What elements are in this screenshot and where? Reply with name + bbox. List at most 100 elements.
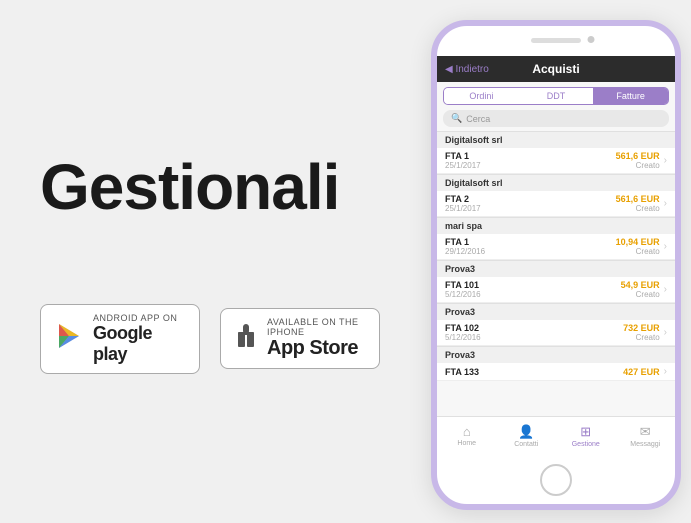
gestione-icon: ⊞ (580, 424, 591, 440)
group-header-1: Digitalsoft srl (437, 131, 675, 148)
tab-gestione-label: Gestione (572, 441, 600, 448)
invoice-left: FTA 1 29/12/2016 (445, 237, 485, 256)
chevron-icon: › (664, 327, 667, 338)
invoice-amount: 10,94 EUR Creato (616, 237, 660, 256)
app-store-icon (235, 322, 257, 355)
invoice-right: 561,6 EUR Creato › (616, 194, 667, 213)
invoice-code: FTA 102 (445, 323, 481, 333)
nav-back-button[interactable]: ◀ Indietro (445, 64, 501, 75)
invoice-item[interactable]: FTA 1 29/12/2016 10,94 EUR Creato › (437, 234, 675, 260)
group-header-2: Digitalsoft srl (437, 174, 675, 191)
app-store-name: App Store (267, 337, 365, 360)
search-bar[interactable]: 🔍 Cerca (443, 110, 669, 127)
chevron-icon: › (664, 284, 667, 295)
phone-camera (588, 36, 595, 43)
invoice-eur: 561,6 EUR (616, 151, 660, 161)
invoice-status: Creato (636, 247, 660, 256)
invoice-date: 25/1/2017 (445, 161, 481, 170)
tab-messaggi-label: Messaggi (630, 441, 660, 448)
segment-control: Ordini DDT Fatture (443, 87, 669, 105)
search-icon: 🔍 (451, 113, 462, 124)
app-store-text: Available on the iPhone App Store (267, 317, 365, 360)
invoice-amount: 427 EUR (623, 367, 660, 377)
segment-ordini[interactable]: Ordini (444, 88, 519, 104)
invoice-left: FTA 2 25/1/2017 (445, 194, 481, 213)
invoice-eur: 10,94 EUR (616, 237, 660, 247)
invoice-date: 5/12/2016 (445, 290, 481, 299)
search-placeholder: Cerca (466, 114, 490, 124)
invoice-left: FTA 101 5/12/2016 (445, 280, 481, 299)
phone-mockup: ◀ Indietro Acquisti Ordini DDT Fatture 🔍… (431, 20, 681, 510)
group-header-6: Prova3 (437, 346, 675, 363)
segment-ddt[interactable]: DDT (519, 88, 594, 104)
group-header-3: mari spa (437, 217, 675, 234)
invoice-eur: 732 EUR (623, 323, 660, 333)
invoice-eur: 54,9 EUR (621, 280, 660, 290)
nav-bar: ◀ Indietro Acquisti (437, 56, 675, 82)
google-play-text: ANDROID APP ON Google play (93, 313, 185, 365)
invoice-date: 5/12/2016 (445, 333, 481, 342)
tab-home-label: Home (457, 440, 476, 447)
contatti-icon: 👤 (518, 424, 534, 440)
messaggi-icon: ✉ (640, 424, 651, 440)
invoice-right: 10,94 EUR Creato › (616, 237, 667, 256)
invoice-status: Creato (636, 333, 660, 342)
invoice-amount: 732 EUR Creato (623, 323, 660, 342)
group-header-5: Prova3 (437, 303, 675, 320)
phone-outer: ◀ Indietro Acquisti Ordini DDT Fatture 🔍… (431, 20, 681, 510)
nav-title: Acquisti (501, 62, 612, 76)
tab-contatti-label: Contatti (514, 441, 538, 448)
chevron-icon: › (664, 241, 667, 252)
invoice-status: Creato (636, 204, 660, 213)
tab-home[interactable]: ⌂ Home (437, 424, 497, 447)
invoice-code: FTA 101 (445, 280, 481, 290)
invoice-right: 427 EUR › (623, 366, 667, 377)
phone-speaker (531, 38, 581, 43)
invoice-date: 25/1/2017 (445, 204, 481, 213)
invoice-right: 732 EUR Creato › (623, 323, 667, 342)
invoice-code: FTA 1 (445, 237, 485, 247)
invoice-right: 561,6 EUR Creato › (616, 151, 667, 170)
main-title: Gestionali (40, 150, 380, 224)
invoice-code: FTA 1 (445, 151, 481, 161)
invoice-item[interactable]: FTA 102 5/12/2016 732 EUR Creato › (437, 320, 675, 346)
tab-bar: ⌂ Home 👤 Contatti ⊞ Gestione ✉ Messaggi (437, 416, 675, 454)
invoice-item[interactable]: FTA 133 427 EUR › (437, 363, 675, 381)
chevron-icon: › (664, 155, 667, 166)
tab-messaggi[interactable]: ✉ Messaggi (616, 424, 676, 448)
tab-contatti[interactable]: 👤 Contatti (497, 424, 557, 448)
chevron-icon: › (664, 198, 667, 209)
tab-gestione[interactable]: ⊞ Gestione (556, 424, 616, 448)
app-store-small-text: Available on the iPhone (267, 317, 365, 337)
invoice-amount: 561,6 EUR Creato (616, 194, 660, 213)
google-play-name: Google play (93, 323, 185, 365)
group-header-4: Prova3 (437, 260, 675, 277)
app-store-badge[interactable]: Available on the iPhone App Store (220, 308, 380, 369)
store-buttons: ANDROID APP ON Google play Available on … (40, 304, 380, 374)
phone-home-button[interactable] (540, 464, 572, 496)
invoice-item[interactable]: FTA 2 25/1/2017 561,6 EUR Creato › (437, 191, 675, 217)
invoice-amount: 561,6 EUR Creato (616, 151, 660, 170)
invoice-left: FTA 1 25/1/2017 (445, 151, 481, 170)
segment-fatture[interactable]: Fatture (593, 88, 668, 104)
google-play-small-text: ANDROID APP ON (93, 313, 185, 323)
invoice-eur: 561,6 EUR (616, 194, 660, 204)
invoice-status: Creato (636, 161, 660, 170)
invoice-list: Digitalsoft srl FTA 1 25/1/2017 561,6 EU… (437, 131, 675, 449)
left-section: Gestionali ANDROID APP ON Google play (0, 0, 420, 523)
invoice-left: FTA 133 (445, 367, 479, 377)
google-play-icon (55, 322, 83, 355)
invoice-amount: 54,9 EUR Creato (621, 280, 660, 299)
chevron-icon: › (664, 366, 667, 377)
google-play-badge[interactable]: ANDROID APP ON Google play (40, 304, 200, 374)
invoice-status: Creato (636, 290, 660, 299)
invoice-right: 54,9 EUR Creato › (621, 280, 667, 299)
invoice-date: 29/12/2016 (445, 247, 485, 256)
invoice-code: FTA 2 (445, 194, 481, 204)
invoice-left: FTA 102 5/12/2016 (445, 323, 481, 342)
invoice-code: FTA 133 (445, 367, 479, 377)
invoice-item[interactable]: FTA 1 25/1/2017 561,6 EUR Creato › (437, 148, 675, 174)
invoice-eur: 427 EUR (623, 367, 660, 377)
home-icon: ⌂ (463, 424, 471, 439)
invoice-item[interactable]: FTA 101 5/12/2016 54,9 EUR Creato › (437, 277, 675, 303)
